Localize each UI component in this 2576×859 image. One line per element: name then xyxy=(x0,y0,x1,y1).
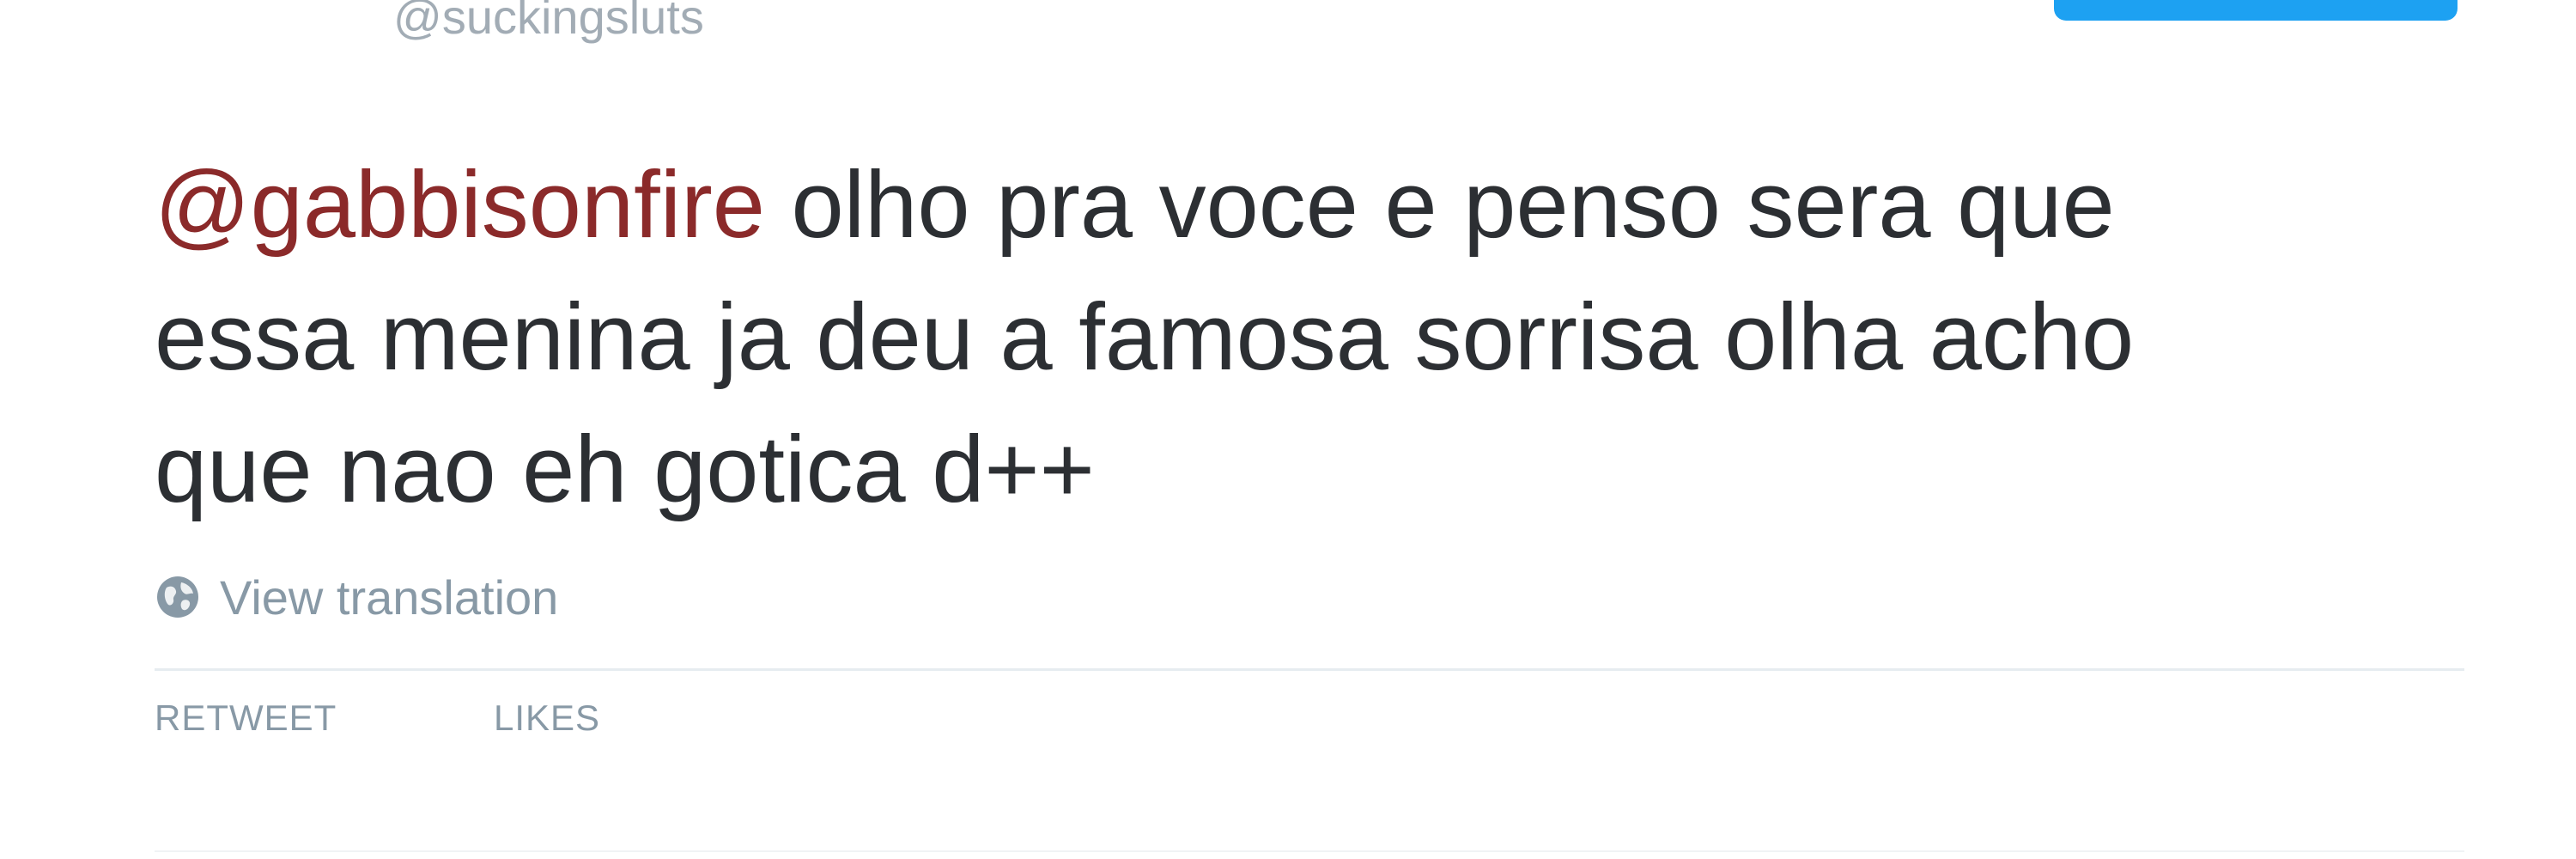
follow-button[interactable] xyxy=(2054,0,2458,21)
tweet-card: @suckingsluts @gabbisonfire olho pra voc… xyxy=(0,0,2576,859)
likes-stat-label[interactable]: LIKES xyxy=(494,698,600,739)
user-handle[interactable]: @suckingsluts xyxy=(393,0,704,53)
bottom-divider xyxy=(155,850,2464,852)
divider xyxy=(155,668,2464,671)
tweet-line-1: @gabbisonfire olho pra voce e penso sera… xyxy=(155,139,2524,271)
tweet-line-2: essa menina ja deu a famosa sorrisa olha… xyxy=(155,284,2135,390)
tweet-text: @gabbisonfire olho pra voce e penso sera… xyxy=(155,139,2524,536)
tweet-line-3: que nao eh gotica d++ xyxy=(155,417,1095,522)
retweet-stat-label[interactable]: RETWEET xyxy=(155,698,337,739)
view-translation-label: View translation xyxy=(220,570,559,624)
globe-icon xyxy=(155,574,201,620)
mention-link[interactable]: @gabbisonfire xyxy=(155,152,765,258)
tweet-line-1-text: olho pra voce e penso sera que xyxy=(764,152,2115,258)
view-translation[interactable]: View translation xyxy=(155,567,558,627)
